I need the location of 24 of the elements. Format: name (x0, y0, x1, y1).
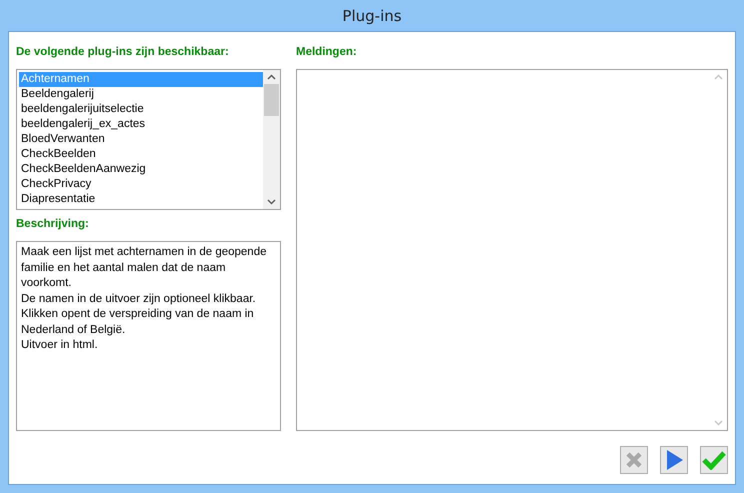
description-label: Beschrijving: (16, 218, 89, 230)
plugin-list[interactable]: Achternamen Beeldengalerij beeldengalerijuitselectie beeldengalerij_ex_actes BloedVerwanten CheckBeelden CheckBeeldenAanwezig CheckPrivacy Diapresentatie (16, 69, 281, 210)
list-item[interactable]: Beeldengalerij (19, 87, 263, 102)
list-item[interactable]: CheckBeeldenAanwezig (19, 162, 263, 177)
list-label: De volgende plug-ins zijn beschikbaar: (16, 46, 229, 58)
list-item[interactable]: CheckBeelden (19, 147, 263, 162)
list-item[interactable]: beeldengalerij_ex_actes (19, 117, 263, 132)
run-button[interactable] (660, 446, 688, 474)
list-item[interactable]: CheckPrivacy (19, 177, 263, 192)
ok-button[interactable] (700, 446, 728, 474)
list-item[interactable]: BloedVerwanten (19, 132, 263, 147)
list-item[interactable]: beeldengalerijuitselectie (19, 102, 263, 117)
description-text: Maak een lijst met achternamen in de geopende familie en het aantal malen dat de naam voorkomt. (21, 245, 268, 291)
scrollbar[interactable] (263, 70, 280, 209)
checkmark-icon (702, 450, 726, 470)
description-text: Uitvoer in html. (21, 338, 99, 353)
description-text: Klikken opent de verspreiding van de naam in Nederland of België. (21, 307, 255, 338)
scrollbar-thumb[interactable] (264, 84, 279, 116)
messages-label: Meldingen: (296, 46, 357, 58)
close-icon (624, 450, 644, 470)
play-icon (664, 449, 684, 471)
window-title: Plug-ins (341, 6, 403, 26)
description-text: De namen in de uitvoer zijn optioneel klikbaar. (21, 292, 257, 306)
list-item[interactable]: Diapresentatie (19, 192, 263, 207)
